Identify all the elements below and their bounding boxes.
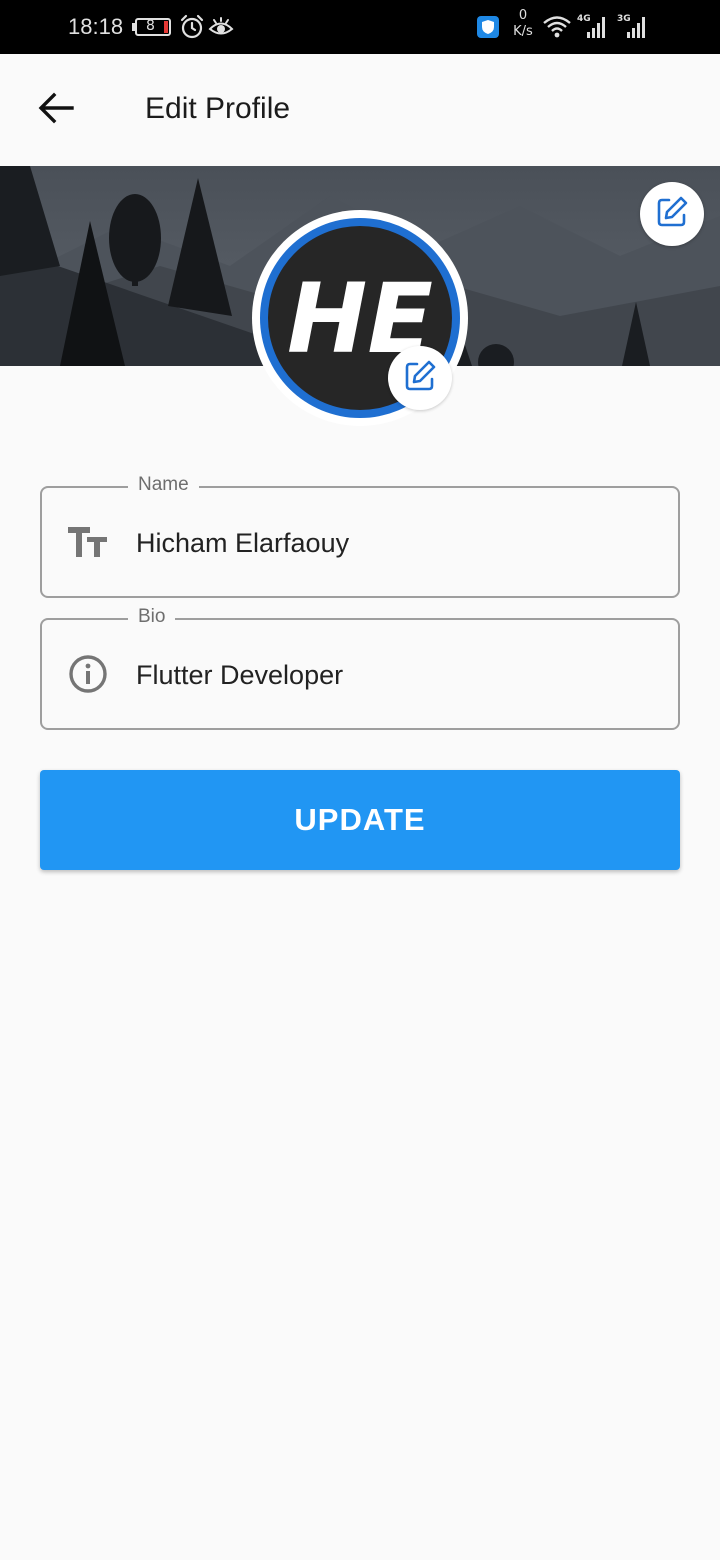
network-speed: 0 K/s bbox=[508, 8, 538, 40]
shield-icon bbox=[477, 16, 499, 38]
arrow-back-icon bbox=[38, 92, 74, 129]
network-speed-value: 0 bbox=[518, 8, 528, 23]
app-bar: Edit Profile bbox=[0, 54, 720, 166]
status-bar: 18:18 8 0 K/s 4G 3G bbox=[0, 0, 720, 54]
edit-icon bbox=[402, 358, 438, 399]
status-time: 18:18 bbox=[68, 14, 124, 39]
info-icon bbox=[68, 654, 108, 694]
name-field-label: Name bbox=[128, 474, 199, 496]
network-speed-unit: K/s bbox=[513, 24, 533, 39]
bio-input[interactable] bbox=[136, 650, 656, 700]
network-type-1: 4G bbox=[577, 14, 591, 24]
edit-cover-button[interactable] bbox=[640, 182, 704, 246]
update-button[interactable]: UPDATE bbox=[40, 770, 680, 870]
eye-icon bbox=[208, 16, 234, 38]
edit-icon bbox=[654, 194, 690, 235]
name-input[interactable] bbox=[136, 518, 656, 568]
edit-avatar-button[interactable] bbox=[388, 346, 452, 410]
alarm-icon bbox=[179, 14, 205, 40]
bio-field[interactable]: Bio bbox=[40, 606, 680, 730]
battery-level: 8 bbox=[146, 18, 155, 34]
wifi-icon bbox=[542, 14, 572, 40]
network-type-2: 3G bbox=[617, 14, 631, 24]
back-button[interactable] bbox=[24, 82, 88, 138]
page-title: Edit Profile bbox=[145, 92, 291, 125]
name-field[interactable]: Name bbox=[40, 474, 680, 598]
signal-icon: 3G bbox=[615, 14, 651, 40]
battery-icon: 8 bbox=[132, 17, 172, 37]
bio-field-label: Bio bbox=[128, 606, 176, 628]
signal-icon: 4G bbox=[575, 14, 609, 40]
text-fields-icon bbox=[68, 522, 108, 562]
